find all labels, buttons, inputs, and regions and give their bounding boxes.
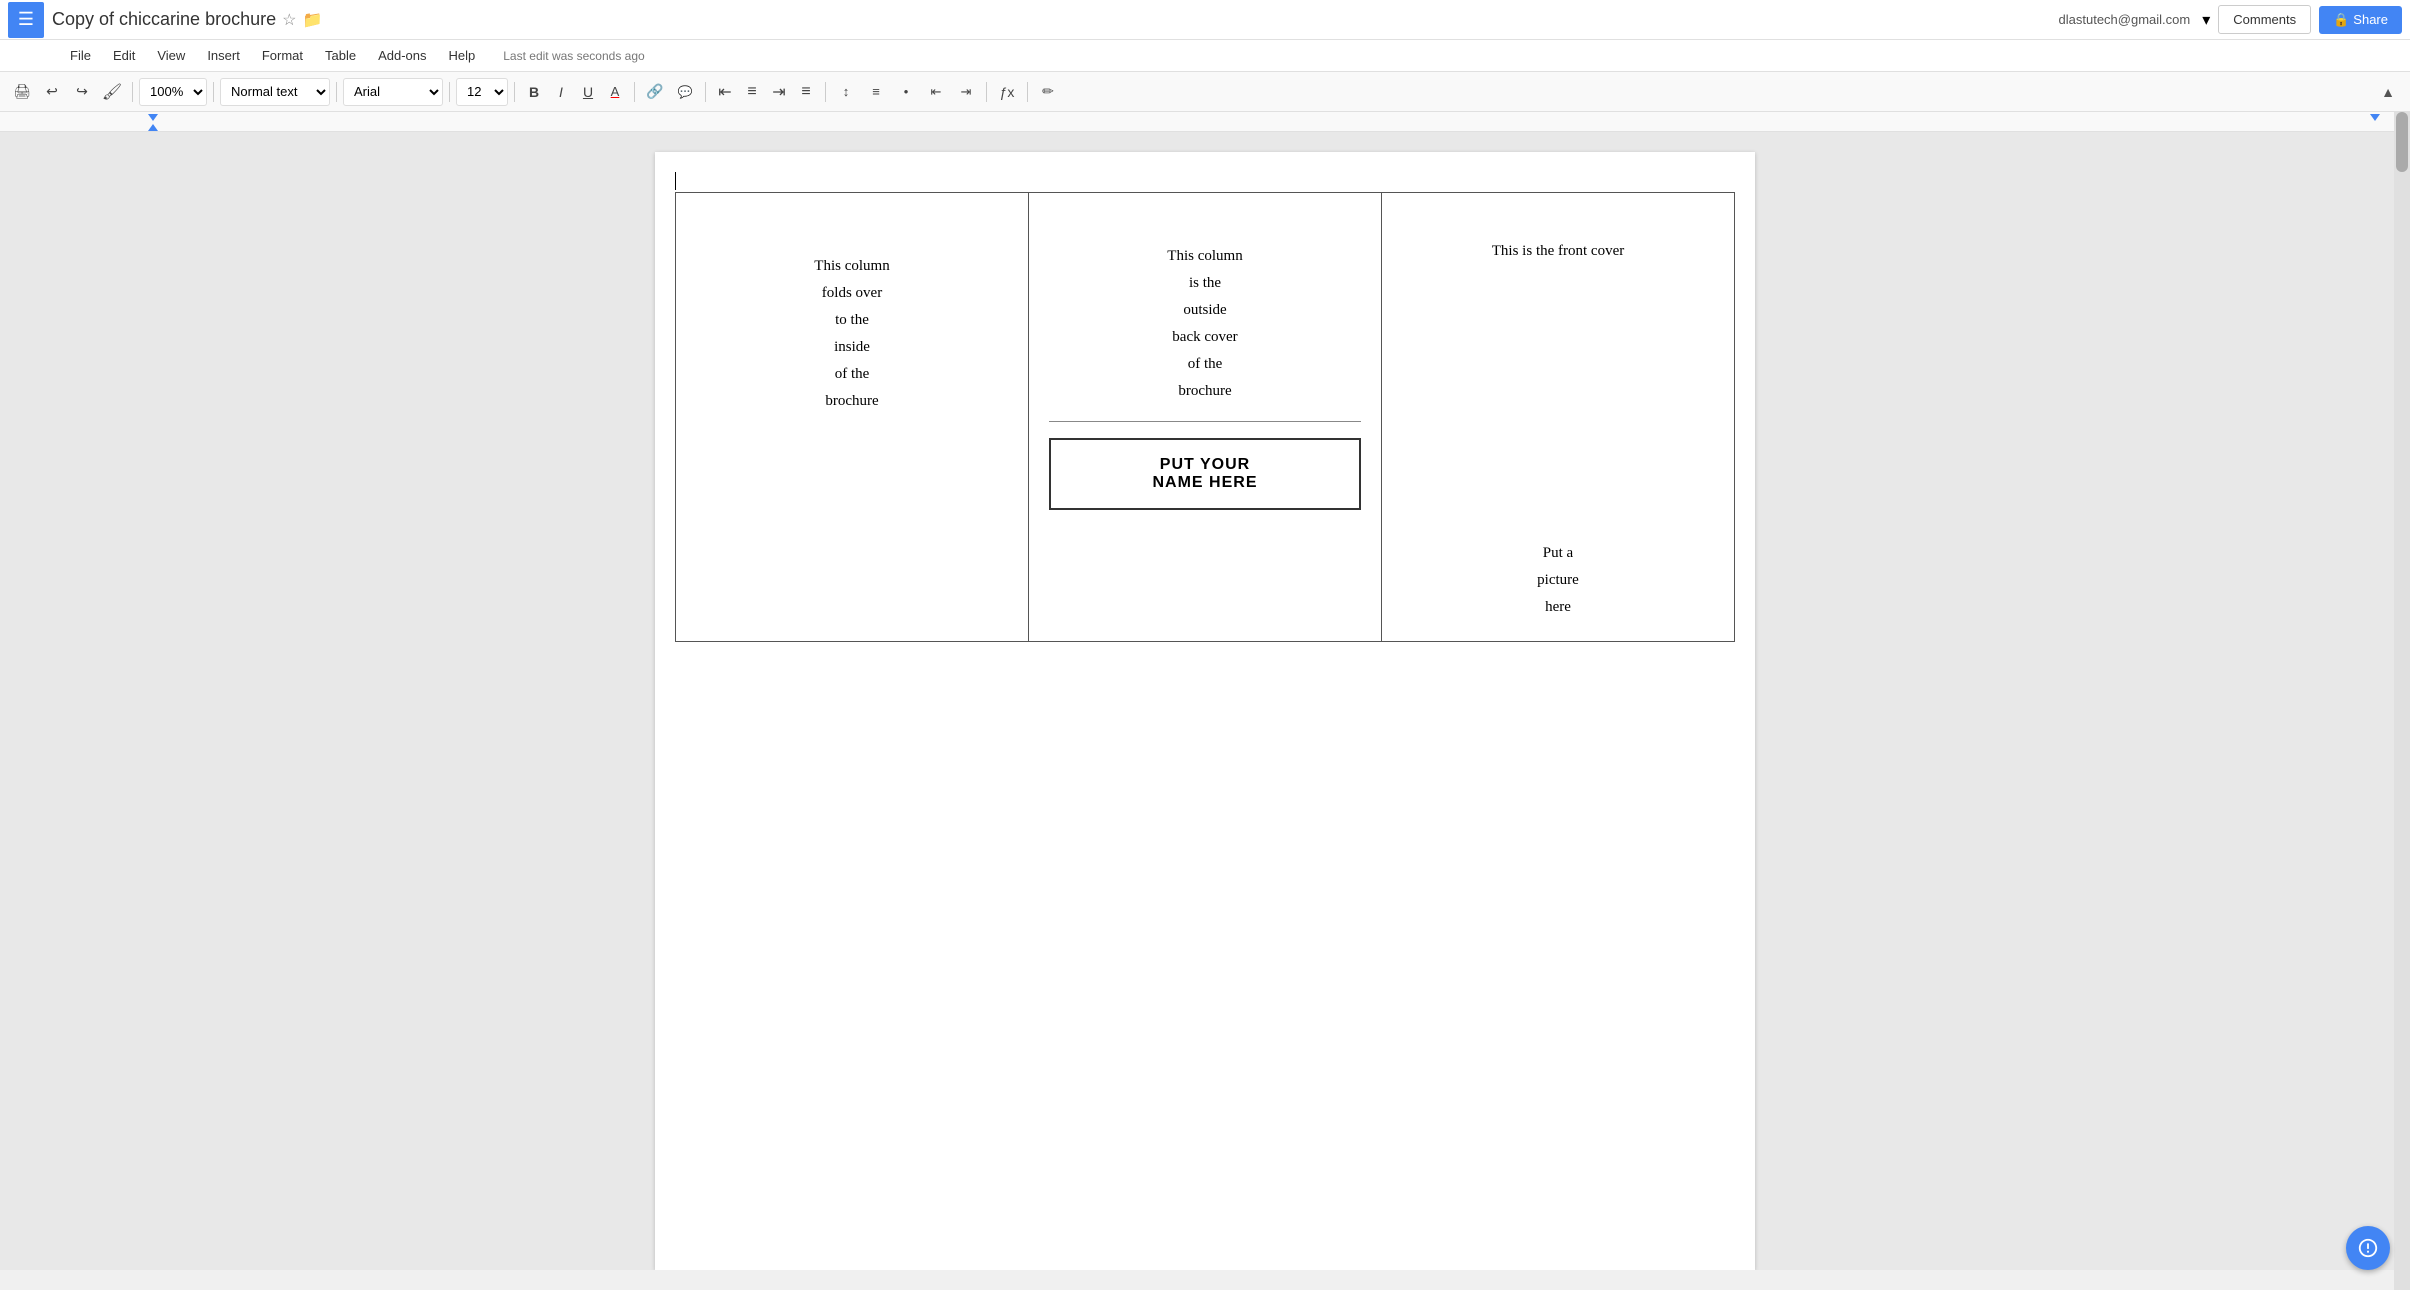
font-size-select[interactable]: 12 xyxy=(456,78,508,106)
name-box[interactable]: PUT YOUR NAME HERE xyxy=(1049,438,1361,510)
separator-8 xyxy=(825,82,826,102)
collapse-toolbar-button[interactable]: ▲ xyxy=(2374,78,2402,106)
brochure-row: This columnfolds overto theinsideof theb… xyxy=(676,193,1735,642)
link-button[interactable]: 🔗 xyxy=(641,78,669,106)
separator-5 xyxy=(514,82,515,102)
top-right-area: dlastutech@gmail.com ▾ Comments 🔒 Share xyxy=(2059,5,2402,34)
text-color-button[interactable]: A xyxy=(602,79,628,105)
column-2-cell[interactable]: This columnis theoutsideback coverof the… xyxy=(1029,193,1382,642)
document-title[interactable]: Copy of chiccarine brochure xyxy=(52,9,276,30)
top-bar: ☰ Copy of chiccarine brochure ☆ 📁 dlastu… xyxy=(0,0,2410,40)
left-margin-marker[interactable] xyxy=(148,114,158,121)
user-email[interactable]: dlastutech@gmail.com xyxy=(2059,12,2191,27)
document-area[interactable]: This columnfolds overto theinsideof theb… xyxy=(0,132,2410,1270)
toolbar: 🖨 ↩ ↪ 🖌 100% Normal text Arial 12 B I U … xyxy=(0,72,2410,112)
assistant-icon xyxy=(2357,1237,2379,1259)
print-button[interactable]: 🖨 xyxy=(8,78,36,106)
ruler xyxy=(0,112,2410,132)
paint-format-button[interactable]: 🖌 xyxy=(98,78,126,106)
scrollbar-track[interactable] xyxy=(2394,112,2410,1290)
ruler-inner xyxy=(60,112,2390,131)
doc-title-area: Copy of chiccarine brochure ☆ 📁 xyxy=(52,9,2059,30)
undo-button[interactable]: ↩ xyxy=(38,78,66,106)
star-icon[interactable]: ☆ xyxy=(282,10,296,30)
left-indent-marker[interactable] xyxy=(148,124,158,131)
separator-4 xyxy=(449,82,450,102)
share-button[interactable]: 🔒 Share xyxy=(2319,6,2402,34)
numbered-list-button[interactable]: ≡ xyxy=(862,78,890,106)
text-cursor xyxy=(675,172,676,190)
align-justify-button[interactable]: ≡ xyxy=(793,79,819,105)
separator-3 xyxy=(336,82,337,102)
page: This columnfolds overto theinsideof theb… xyxy=(655,152,1755,1270)
column-3-picture-text: Put apicturehere xyxy=(1402,260,1714,621)
brochure-table: This columnfolds overto theinsideof theb… xyxy=(675,192,1735,642)
comments-button[interactable]: Comments xyxy=(2218,5,2311,34)
menu-help[interactable]: Help xyxy=(439,44,486,67)
app-menu-button[interactable]: ☰ xyxy=(8,2,44,38)
name-line-1: PUT YOUR xyxy=(1160,456,1250,473)
underline-button[interactable]: U xyxy=(575,79,601,105)
separator-6 xyxy=(634,82,635,102)
column-3-front-cover-text: This is the front cover xyxy=(1402,213,1714,260)
separator-10 xyxy=(1027,82,1028,102)
menu-file[interactable]: File xyxy=(60,44,101,67)
formula-button[interactable]: ƒx xyxy=(993,78,1021,106)
line-spacing-button[interactable]: ↕ xyxy=(832,78,860,106)
pen-button[interactable]: ✏ xyxy=(1034,78,1062,106)
menu-table[interactable]: Table xyxy=(315,44,366,67)
folder-icon[interactable]: 📁 xyxy=(302,10,322,30)
column-3-cell[interactable]: This is the front cover Put apicturehere xyxy=(1382,193,1735,642)
alignment-group: ⇤ ≡ ⇥ ≡ xyxy=(712,79,819,105)
lock-icon: 🔒 xyxy=(2333,12,2349,28)
column-2-top-text: This columnis theoutsideback coverof the… xyxy=(1049,213,1361,405)
bullet-list-button[interactable]: • xyxy=(892,78,920,106)
scrollbar-thumb[interactable] xyxy=(2396,112,2408,172)
style-select[interactable]: Normal text xyxy=(220,78,330,106)
separator-9 xyxy=(986,82,987,102)
menu-view[interactable]: View xyxy=(147,44,195,67)
name-line-2: NAME HERE xyxy=(1152,474,1257,491)
separator-7 xyxy=(705,82,706,102)
font-select[interactable]: Arial xyxy=(343,78,443,106)
menu-bar: File Edit View Insert Format Table Add-o… xyxy=(0,40,2410,72)
column-1-cell[interactable]: This columnfolds overto theinsideof theb… xyxy=(676,193,1029,642)
share-label: Share xyxy=(2353,12,2388,27)
italic-button[interactable]: I xyxy=(548,79,574,105)
doc-title-row: Copy of chiccarine brochure ☆ 📁 xyxy=(52,9,2059,30)
align-left-button[interactable]: ⇤ xyxy=(712,79,738,105)
zoom-select[interactable]: 100% xyxy=(139,78,207,106)
right-margin-marker[interactable] xyxy=(2370,114,2380,121)
align-center-button[interactable]: ≡ xyxy=(739,79,765,105)
menu-insert[interactable]: Insert xyxy=(197,44,250,67)
assistant-button[interactable] xyxy=(2346,1226,2390,1270)
increase-indent-button[interactable]: ⇥ xyxy=(952,78,980,106)
hamburger-icon: ☰ xyxy=(18,9,34,30)
separator-1 xyxy=(132,82,133,102)
column-2-divider xyxy=(1049,421,1361,422)
decrease-indent-button[interactable]: ⇤ xyxy=(922,78,950,106)
user-dropdown-arrow[interactable]: ▾ xyxy=(2202,10,2210,30)
redo-button[interactable]: ↪ xyxy=(68,78,96,106)
separator-2 xyxy=(213,82,214,102)
menu-edit[interactable]: Edit xyxy=(103,44,145,67)
column-1-text: This columnfolds overto theinsideof theb… xyxy=(696,213,1008,415)
bold-button[interactable]: B xyxy=(521,79,547,105)
last-edit-status: Last edit was seconds ago xyxy=(503,49,644,63)
formatting-group: B I U A xyxy=(521,79,628,105)
align-right-button[interactable]: ⇥ xyxy=(766,79,792,105)
comment-button[interactable]: 💬 xyxy=(671,78,699,106)
menu-format[interactable]: Format xyxy=(252,44,313,67)
menu-addons[interactable]: Add-ons xyxy=(368,44,436,67)
